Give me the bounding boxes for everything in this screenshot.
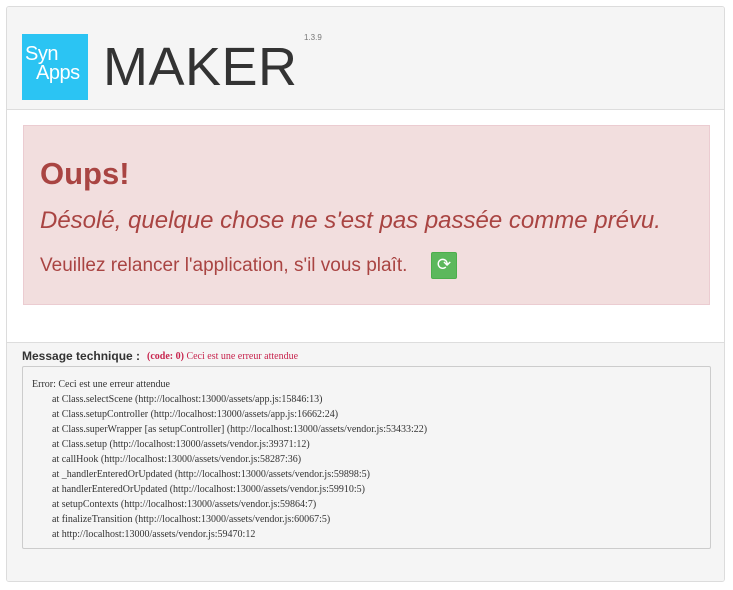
trace-line: at _handlerEnteredOrUpdated (http://loca… [52,469,370,480]
alert-subtitle: Désolé, quelque chose ne s'est pas passé… [40,207,661,234]
trace-line: at Class.setup (http://localhost:13000/a… [52,439,310,450]
technical-section: Message technique : (code: 0) Ceci est u… [7,343,724,581]
app-header: Syn Apps MAKER 1.3.9 [7,7,724,110]
alert-title: Oups! [40,156,130,191]
trace-line: at Class.selectScene (http://localhost:1… [52,394,323,405]
technical-label: Message technique : [22,349,141,363]
trace-line: at handlerEnteredOrUpdated (http://local… [52,484,365,495]
error-code: (code: 0) Ceci est une erreur attendue [147,351,298,362]
main-panel: Syn Apps MAKER 1.3.9 Oups! Désolé, quelq… [6,6,725,582]
trace-line: at Class.superWrapper [as setupControlle… [52,424,428,435]
error-code-prefix: (code: 0) [147,351,184,362]
trace-line: at setupContexts (http://localhost:13000… [52,499,317,510]
trace-line: at Class.setupController (http://localho… [52,409,339,420]
refresh-button[interactable]: ⟳ [431,252,457,279]
trace-line: at http://localhost:13000/assets/vendor.… [52,529,256,540]
stack-trace: Error: Ceci est une erreur attendue at C… [22,366,711,549]
logo-text-syn: Syn [25,43,58,65]
trace-line: Error: Ceci est une erreur attendue [32,379,170,390]
version-label: 1.3.9 [304,33,322,42]
trace-line: at finalizeTransition (http://localhost:… [52,514,331,525]
alert-section: Oups! Désolé, quelque chose ne s'est pas… [7,110,724,343]
alert-message: Veuillez relancer l'application, s'il vo… [40,255,408,276]
app-title: MAKER [103,37,298,97]
error-code-message: Ceci est une erreur attendue [186,351,299,362]
error-alert: Oups! Désolé, quelque chose ne s'est pas… [23,125,710,305]
logo-text-apps: Apps [36,62,80,84]
synapps-logo: Syn Apps [22,34,88,100]
trace-line: at callHook (http://localhost:13000/asse… [52,454,302,465]
refresh-icon: ⟳ [436,255,452,274]
